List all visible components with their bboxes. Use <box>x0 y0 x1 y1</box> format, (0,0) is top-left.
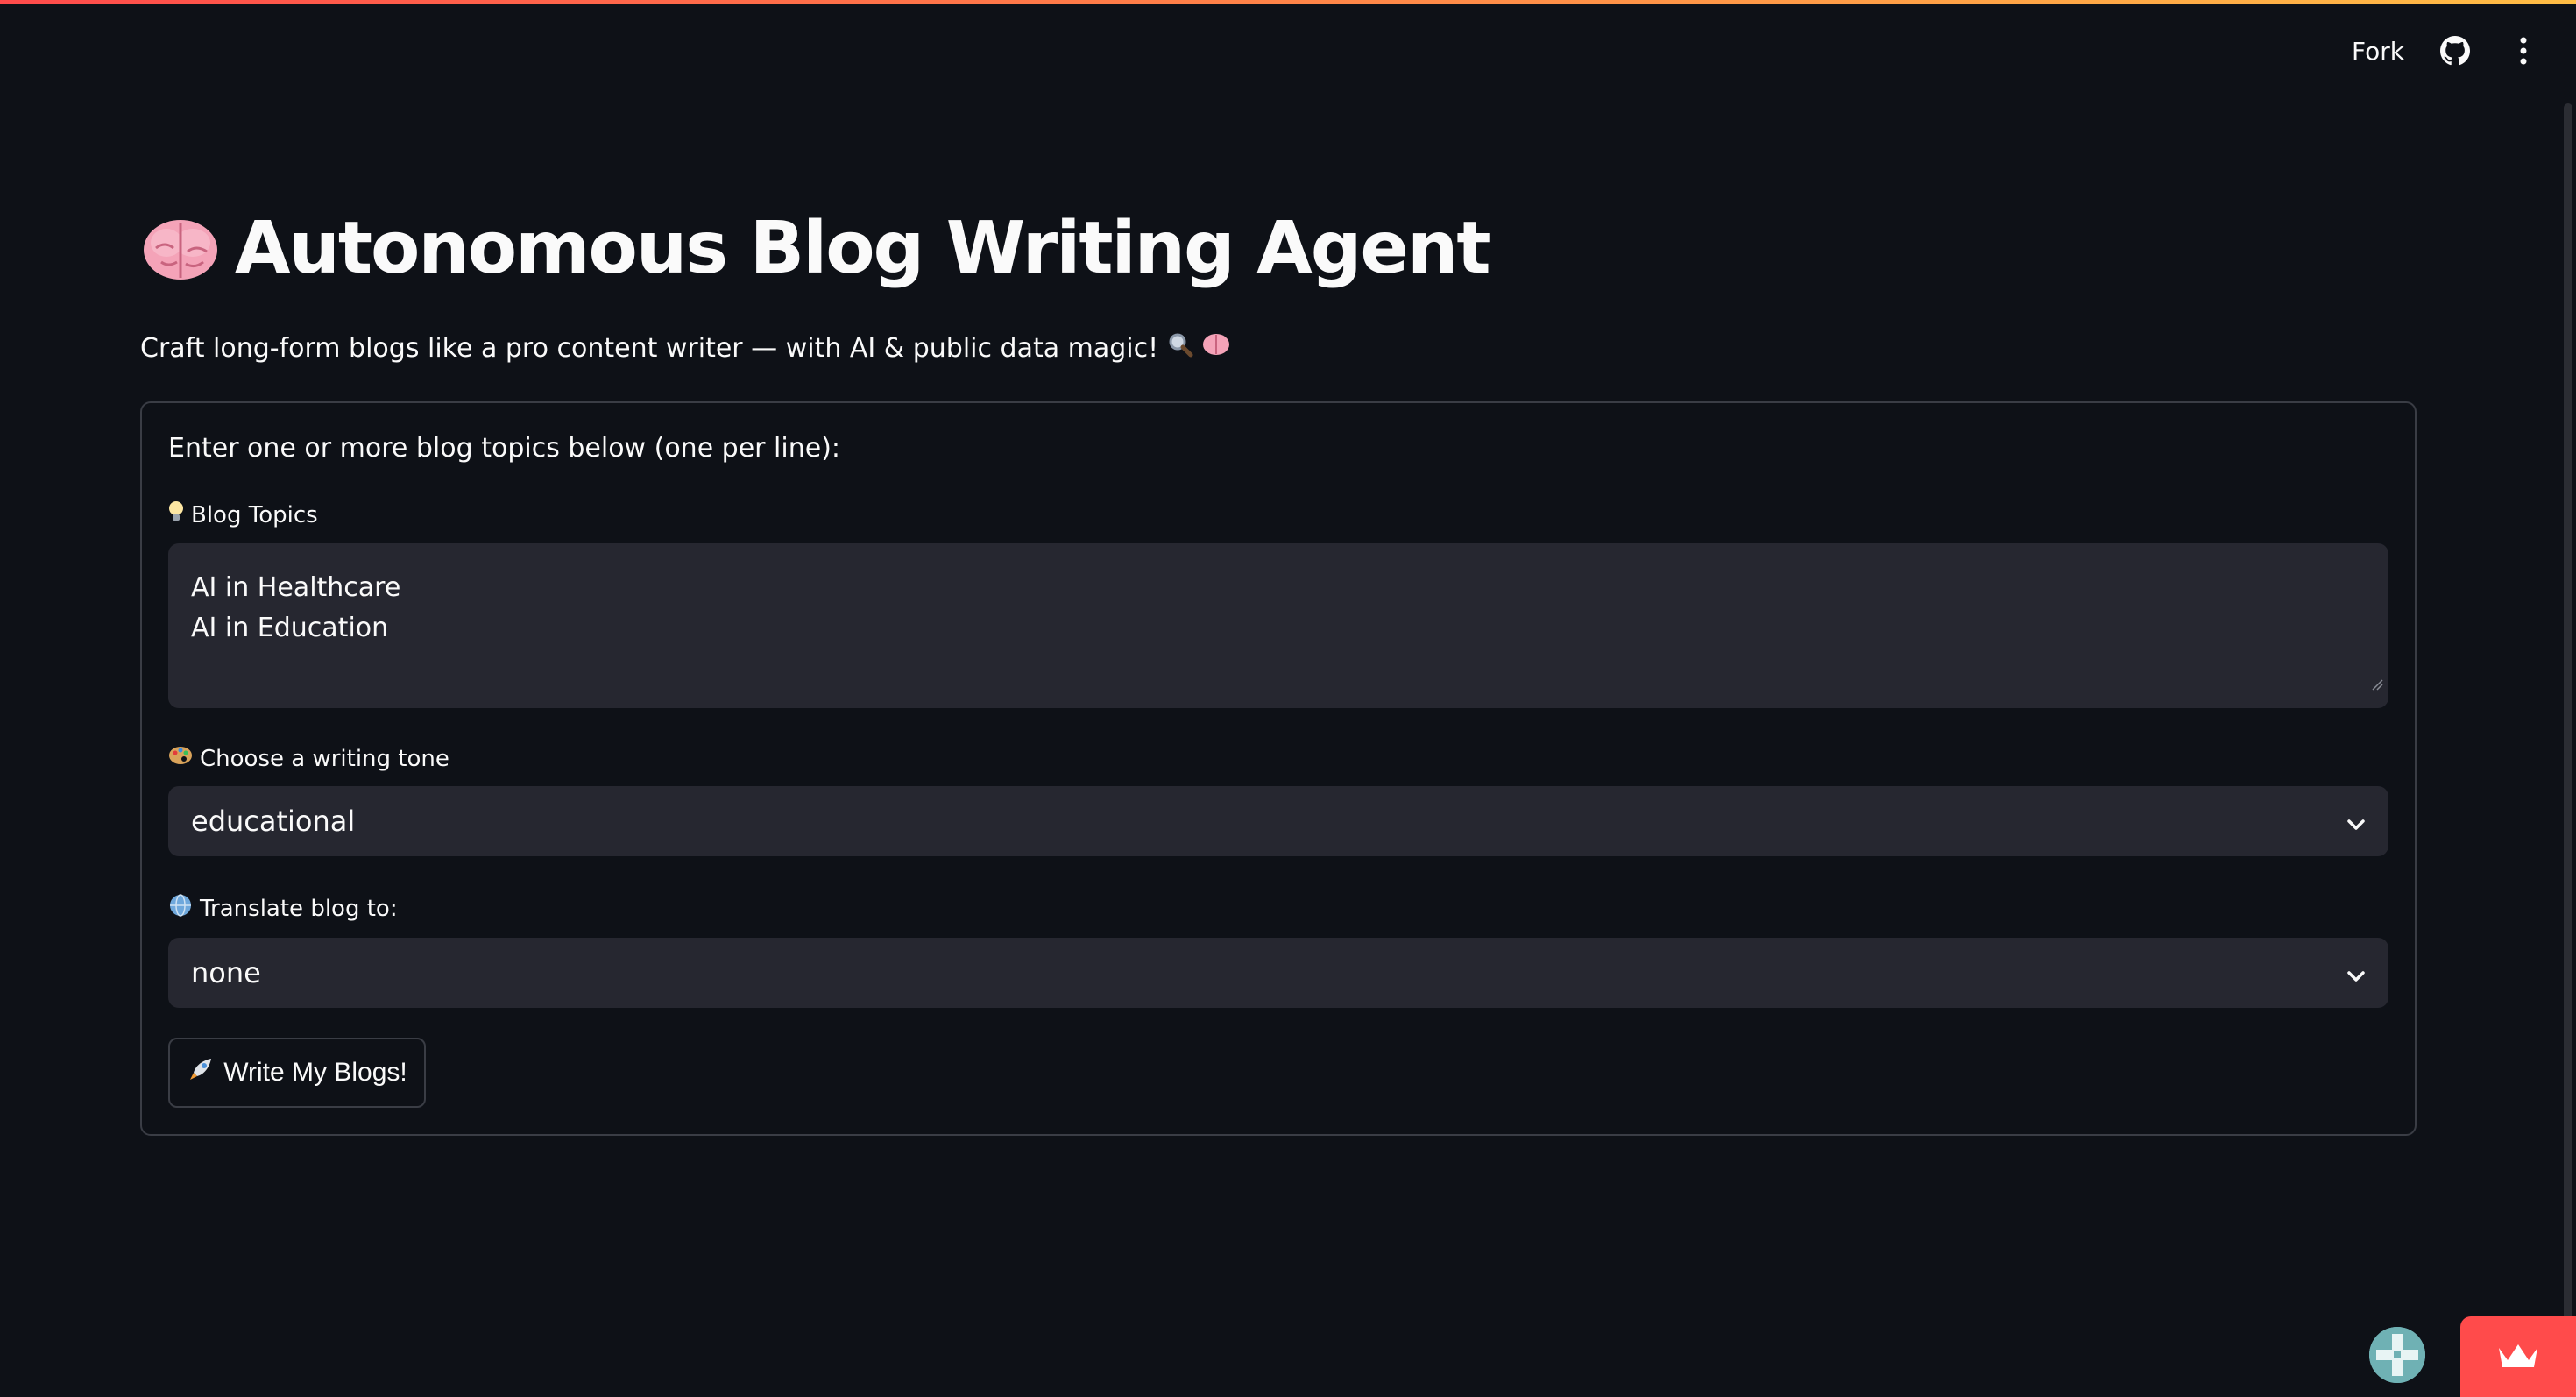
blog-form: Enter one or more blog topics below (one… <box>140 401 2417 1136</box>
lightbulb-emoji-icon <box>168 500 184 529</box>
page-title-text: Autonomous Blog Writing Agent <box>235 206 1491 290</box>
write-blogs-button-label: Write My Blogs! <box>223 1058 407 1087</box>
topics-line: AI in Healthcare <box>191 572 401 603</box>
translate-selected-value: none <box>191 956 261 989</box>
globe-emoji-icon <box>168 893 193 924</box>
brain-emoji-icon <box>1202 331 1230 365</box>
palette-emoji-icon <box>168 745 193 772</box>
translate-label: Translate blog to: <box>168 893 2388 924</box>
tone-select[interactable]: educational <box>168 786 2388 856</box>
fork-link[interactable]: Fork <box>2352 37 2404 66</box>
page-subtitle-text: Craft long-form blogs like a pro content… <box>140 332 1159 364</box>
resize-handle-icon[interactable] <box>2371 663 2383 703</box>
chevron-down-icon[interactable] <box>2346 805 2366 838</box>
topics-label: Blog Topics <box>168 500 2388 529</box>
topics-label-text: Blog Topics <box>191 501 318 528</box>
github-icon[interactable] <box>2438 33 2473 68</box>
rocket-emoji-icon <box>187 1055 215 1090</box>
page-subtitle: Craft long-form blogs like a pro content… <box>140 331 2417 365</box>
user-avatar-icon[interactable] <box>2369 1327 2425 1383</box>
vertical-dots-icon[interactable] <box>2506 33 2541 68</box>
translate-select[interactable]: none <box>168 938 2388 1008</box>
top-decoration-bar <box>0 0 2576 4</box>
streamlit-badge[interactable] <box>2460 1316 2576 1397</box>
translate-label-text: Translate blog to: <box>200 895 398 922</box>
main-content: Autonomous Blog Writing Agent Craft long… <box>140 200 2417 1136</box>
topics-line: AI in Education <box>191 613 389 643</box>
tone-selected-value: educational <box>191 805 356 838</box>
page-title: Autonomous Blog Writing Agent <box>140 200 2417 296</box>
chevron-down-icon[interactable] <box>2346 956 2366 989</box>
crown-icon <box>2495 1339 2541 1374</box>
app-header: Fork <box>2352 26 2541 75</box>
write-blogs-button[interactable]: Write My Blogs! <box>168 1038 426 1108</box>
tone-label: Choose a writing tone <box>168 745 2388 772</box>
tone-label-text: Choose a writing tone <box>200 745 449 772</box>
scrollbar[interactable] <box>2564 103 2572 1397</box>
blog-topics-textarea[interactable]: AI in Healthcare AI in Education <box>168 543 2388 708</box>
form-intro: Enter one or more blog topics below (one… <box>168 433 841 464</box>
brain-emoji-icon <box>140 208 221 288</box>
magnifier-emoji-icon <box>1167 331 1193 365</box>
